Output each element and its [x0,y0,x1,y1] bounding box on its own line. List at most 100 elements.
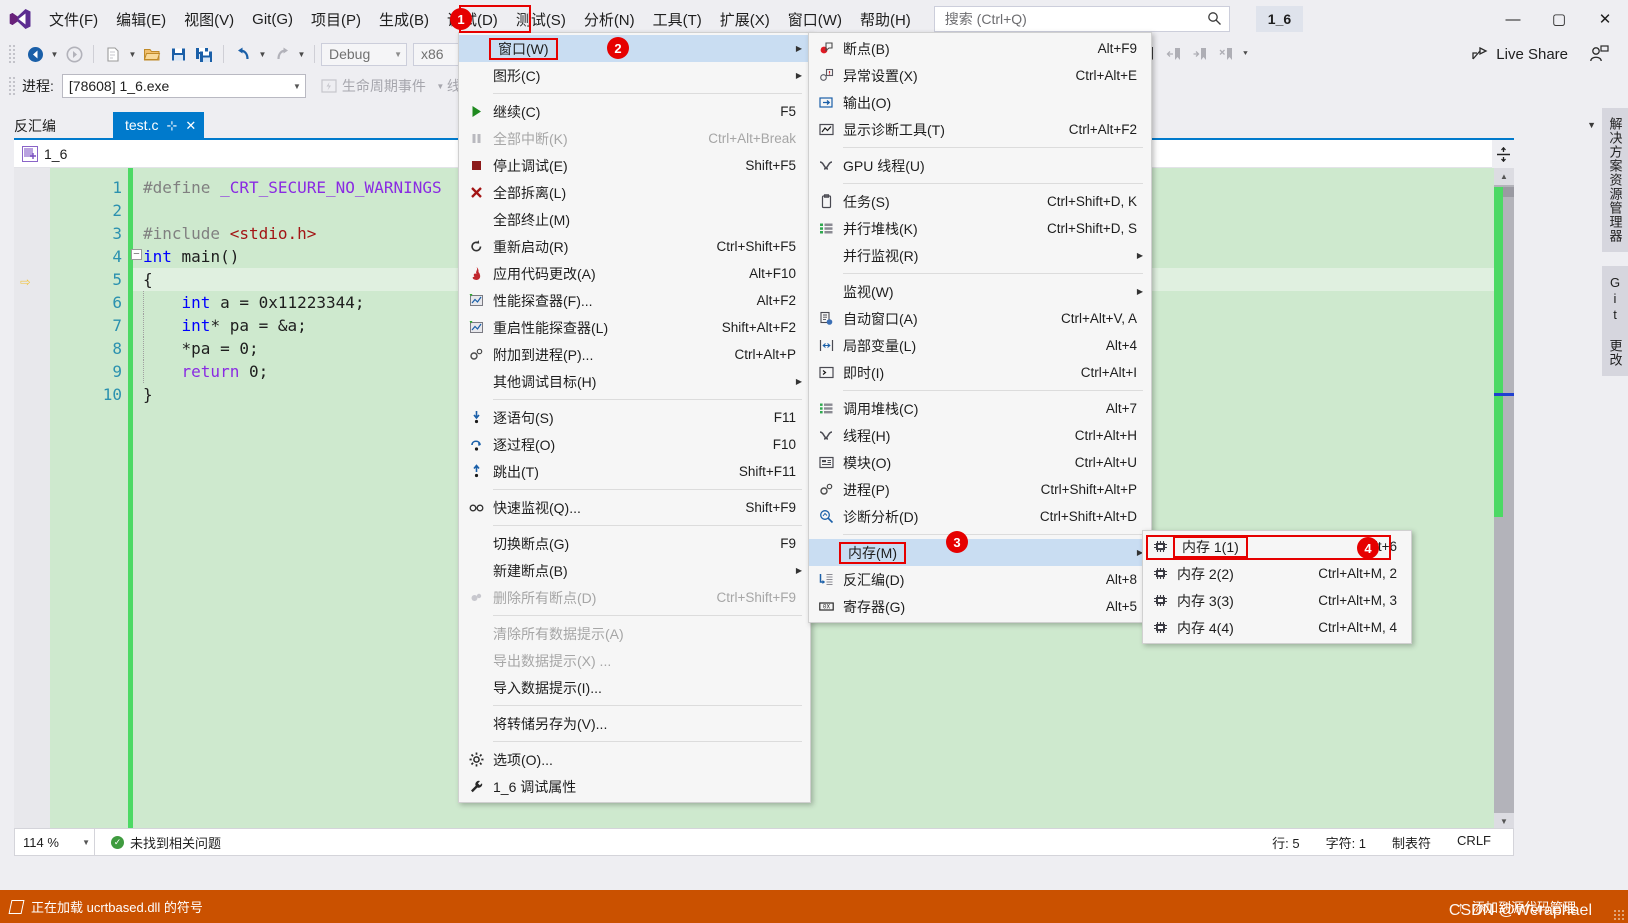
memory-4[interactable]: 内存 4(4) Ctrl+Alt+M, 4 [1143,614,1411,641]
solution-configuration-combo[interactable]: Debug ▼ [321,42,407,66]
win-locals[interactable]: 局部变量(L) Alt+4 [809,332,1151,359]
git-changes-dock-tab[interactable]: Git 更改 [1601,266,1628,376]
account-icon[interactable] [1586,42,1612,66]
undo-dropdown-icon[interactable]: ▼ [256,42,269,66]
split-editor-icon[interactable] [1492,140,1514,168]
win-diagnostic-analysis[interactable]: 诊断分析(D) Ctrl+Shift+Alt+D [809,503,1151,530]
issues-status[interactable]: ✓ 未找到相关问题 [95,833,221,852]
debug-toggle-breakpoint[interactable]: 切换断点(G) F9 [459,530,810,557]
debug-apply-code-changes[interactable]: 应用代码更改(A) Alt+F10 [459,260,810,287]
win-registers[interactable]: 0X 寄存器(G) Alt+5 [809,593,1151,620]
tab-test-c[interactable]: test.c ⊹ ✕ [113,112,205,138]
redo-icon[interactable] [269,42,295,66]
menu-project[interactable]: 项目(P) [302,0,370,38]
debug-quick-watch[interactable]: 快速监视(Q)... Shift+F9 [459,494,810,521]
win-gpu-threads[interactable]: GPU 线程(U) [809,152,1151,179]
debug-restart-performance-profiler[interactable]: 重启性能探查器(L) Shift+Alt+F2 [459,314,810,341]
debug-graphics[interactable]: 图形(C) ▶ [459,62,810,89]
debug-import-datatips[interactable]: 导入数据提示(I)... [459,674,810,701]
next-bookmark-icon[interactable] [1187,42,1213,66]
win-memory[interactable]: 内存(M) ▶ [809,539,1151,566]
indentation-indicator[interactable]: 制表符 [1392,833,1431,852]
win-diagnostic-tools[interactable]: 显示诊断工具(T) Ctrl+Alt+F2 [809,116,1151,143]
toolbar-grip[interactable] [8,44,16,64]
new-file-dropdown-icon[interactable]: ▼ [126,42,139,66]
editor-vertical-scrollbar[interactable]: ▲ ▼ [1494,168,1514,830]
menu-git[interactable]: Git(G) [243,0,302,38]
lifecycle-dropdown-icon[interactable]: ▼ [434,74,447,98]
win-exception-settings[interactable]: 异常设置(X) Ctrl+Alt+E [809,62,1151,89]
win-output[interactable]: 输出(O) [809,89,1151,116]
debug-terminate-all[interactable]: 全部终止(M) [459,206,810,233]
debug-new-breakpoint[interactable]: 新建断点(B) ▶ [459,557,810,584]
win-modules[interactable]: 模块(O) Ctrl+Alt+U [809,449,1151,476]
win-tasks[interactable]: 任务(S) Ctrl+Shift+D, K [809,188,1151,215]
maximize-button[interactable]: ▢ [1536,0,1582,38]
navigate-forward-icon[interactable] [61,42,87,66]
scroll-up-icon[interactable]: ▲ [1494,168,1514,185]
editor-toolbar-chevron-icon[interactable]: ▼ [1587,120,1596,130]
close-button[interactable]: ✕ [1582,0,1628,38]
debug-restart[interactable]: 重新启动(R) Ctrl+Shift+F5 [459,233,810,260]
redo-dropdown-icon[interactable]: ▼ [295,42,308,66]
disassembly-dock-label[interactable]: 反汇编 [14,116,56,136]
clear-bookmarks-icon[interactable] [1213,42,1239,66]
live-share-button[interactable]: Live Share [1471,46,1586,63]
win-parallel-watch[interactable]: 并行监视(R) ▶ [809,242,1151,269]
glasses-icon [459,500,493,515]
debug-attach-to-process[interactable]: 附加到进程(P)... Ctrl+Alt+P [459,341,810,368]
debug-step-over[interactable]: 逐过程(O) F10 [459,431,810,458]
scrollbar-thumb[interactable] [1503,187,1514,197]
line-ending-indicator[interactable]: CRLF [1457,833,1491,852]
previous-bookmark-icon[interactable] [1161,42,1187,66]
save-icon[interactable] [165,42,191,66]
debug-windows[interactable]: 窗口(W) ▶ [459,35,810,62]
debug-other-targets[interactable]: 其他调试目标(H) ▶ [459,368,810,395]
menu-view[interactable]: 视图(V) [175,0,243,38]
debug-step-out[interactable]: 跳出(T) Shift+F11 [459,458,810,485]
pin-icon[interactable]: ⊹ [166,119,177,132]
debug-stop[interactable]: 停止调试(E) Shift+F5 [459,152,810,179]
fold-collapse-icon[interactable]: – [131,249,142,260]
debug-continue[interactable]: 继续(C) F5 [459,98,810,125]
debug-properties[interactable]: 1_6 调试属性 [459,773,810,800]
zoom-combo[interactable]: 114 % ▼ [15,829,95,855]
debug-detach-all[interactable]: 全部拆离(L) [459,179,810,206]
win-breakpoints[interactable]: 断点(B) Alt+F9 [809,35,1151,62]
win-watch[interactable]: 监视(W) ▶ [809,278,1151,305]
solution-explorer-dock-tab[interactable]: 解决方案资源管理器 [1601,108,1628,252]
undo-icon[interactable] [230,42,256,66]
debug-step-into[interactable]: 逐语句(S) F11 [459,404,810,431]
win-disassembly[interactable]: 反汇编(D) Alt+8 [809,566,1151,593]
debug-options[interactable]: 选项(O)... [459,746,810,773]
menu-file[interactable]: 文件(F) [40,0,107,38]
menu-build[interactable]: 生成(B) [370,0,438,38]
debug-save-dump-as[interactable]: 将转储另存为(V)... [459,710,810,737]
toolbar-overflow-icon[interactable]: ⯆ [1239,42,1252,66]
menu-item-shortcut: Ctrl+Shift+F9 [716,590,796,605]
save-all-icon[interactable] [191,42,217,66]
menu-edit[interactable]: 编辑(E) [107,0,175,38]
close-icon[interactable]: ✕ [185,119,196,132]
win-call-stack[interactable]: 调用堆栈(C) Alt+7 [809,395,1151,422]
project-chip[interactable]: 1_6 [1255,6,1304,32]
navigate-backward-icon[interactable] [22,42,48,66]
win-immediate[interactable]: 即时(I) Ctrl+Alt+I [809,359,1151,386]
open-file-icon[interactable] [139,42,165,66]
navigate-backward-dropdown-icon[interactable]: ▼ [48,42,61,66]
memory-3[interactable]: 内存 3(3) Ctrl+Alt+M, 3 [1143,587,1411,614]
memory-2[interactable]: 内存 2(2) Ctrl+Alt+M, 2 [1143,560,1411,587]
search-input[interactable]: 搜索 (Ctrl+Q) [933,6,1230,32]
breakpoint-gutter[interactable]: ⇨ [14,168,50,830]
debug-performance-profiler[interactable]: 性能探查器(F)... Alt+F2 [459,287,810,314]
minimize-button[interactable]: — [1490,0,1536,38]
process-combo[interactable]: [78608] 1_6.exe ▼ [61,74,306,98]
win-autos[interactable]: 自动窗口(A) Ctrl+Alt+V, A [809,305,1151,332]
win-threads[interactable]: 线程(H) Ctrl+Alt+H [809,422,1151,449]
menu-item-label: 显示诊断工具(T) [843,121,945,138]
new-file-icon[interactable] [100,42,126,66]
resize-grip[interactable] [1613,909,1625,921]
win-parallel-stacks[interactable]: 并行堆栈(K) Ctrl+Shift+D, S [809,215,1151,242]
debug-toolbar-grip[interactable] [8,76,16,96]
win-processes[interactable]: 进程(P) Ctrl+Shift+Alt+P [809,476,1151,503]
